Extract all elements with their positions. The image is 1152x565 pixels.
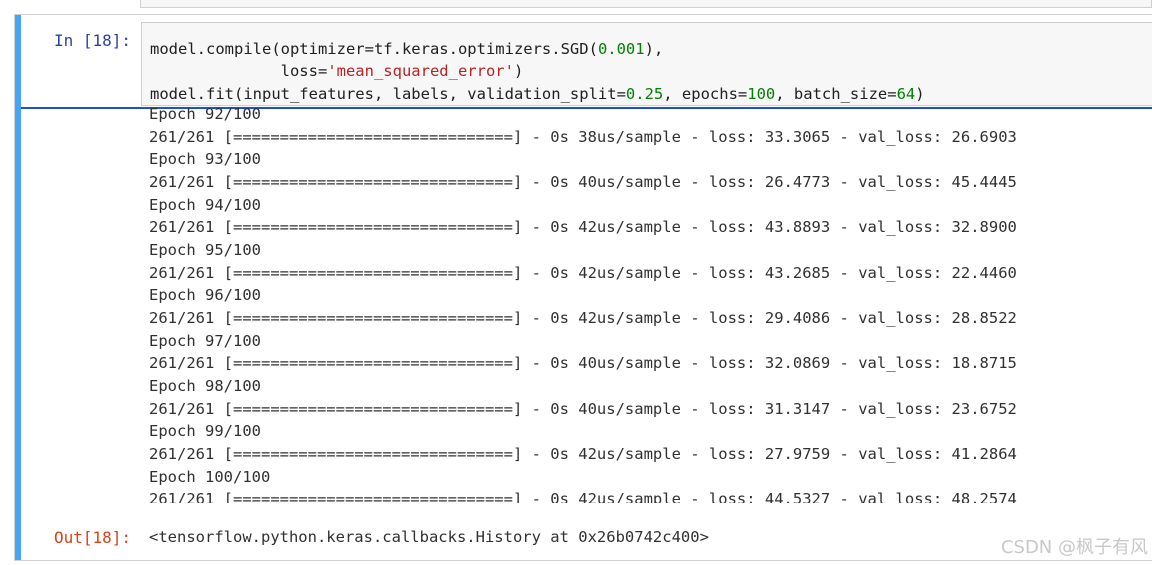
log-line: 261/261 [==============================]…: [149, 127, 1017, 146]
output-area[interactable]: Epoch 92/100 261/261 [===================…: [21, 105, 1152, 515]
log-line: 261/261 [==============================]…: [149, 263, 1017, 282]
output-prompt: Out[18]:: [53, 528, 131, 547]
log-line: 261/261 [==============================]…: [149, 218, 1017, 237]
code-input-area[interactable]: model.compile(optimizer=tf.keras.optimiz…: [141, 22, 1152, 106]
log-line: 261/261 [==============================]…: [149, 399, 1017, 418]
result-text: <tensorflow.python.keras.callbacks.Histo…: [149, 528, 709, 546]
log-line: 261/261 [==============================]…: [149, 354, 1017, 373]
training-log: Epoch 92/100 261/261 [===================…: [149, 103, 1139, 503]
code-line-3: model.fit(input_features, labels, valida…: [150, 85, 925, 103]
notebook-cell[interactable]: In [18]: model.compile(optimizer=tf.kera…: [14, 14, 1152, 561]
log-line: 261/261 [==============================]…: [149, 308, 1017, 327]
log-line: 261/261 [==============================]…: [149, 172, 1017, 191]
input-prompt: In [18]:: [53, 31, 131, 50]
log-line: Epoch 100/100: [149, 467, 271, 486]
code-line-2: loss='mean_squared_error'): [150, 62, 524, 80]
log-line: Epoch 92/100: [149, 105, 261, 123]
code-line-1: model.compile(optimizer=tf.keras.optimiz…: [150, 40, 664, 58]
log-line: Epoch 99/100: [149, 422, 261, 441]
log-line: Epoch 96/100: [149, 286, 261, 305]
watermark: CSDN @枫子有风: [1000, 537, 1148, 558]
log-line: Epoch 94/100: [149, 195, 261, 214]
log-line: 261/261 [==============================]…: [149, 490, 1017, 503]
log-line: Epoch 93/100: [149, 150, 261, 169]
log-line: Epoch 95/100: [149, 240, 261, 259]
log-line: Epoch 97/100: [149, 331, 261, 350]
log-line: Epoch 98/100: [149, 376, 261, 395]
log-line: 261/261 [==============================]…: [149, 444, 1017, 463]
previous-cell-edge: [140, 0, 1152, 8]
